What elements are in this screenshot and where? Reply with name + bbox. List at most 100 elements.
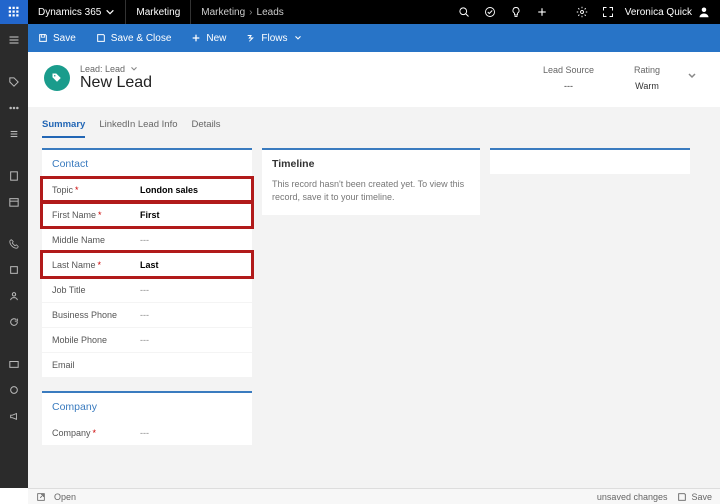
left-nav-rail xyxy=(0,24,28,488)
rail-tag[interactable] xyxy=(4,72,24,92)
side-section xyxy=(490,148,690,174)
rail-calendar[interactable] xyxy=(4,192,24,212)
user-menu[interactable]: Veronica Quick xyxy=(621,6,720,18)
field-label: Company* xyxy=(52,428,140,438)
rail-link[interactable] xyxy=(4,380,24,400)
entity-badge xyxy=(44,65,70,91)
assistant-button[interactable] xyxy=(503,0,529,24)
new-button[interactable]: New xyxy=(181,24,236,52)
tab-summary[interactable]: Summary xyxy=(42,119,85,138)
section-title: Company xyxy=(42,393,252,421)
field-label: Email xyxy=(52,360,140,370)
save-close-button[interactable]: Save & Close xyxy=(86,24,182,52)
rail-org[interactable] xyxy=(4,260,24,280)
tab-linkedin[interactable]: LinkedIn Lead Info xyxy=(99,119,177,138)
entity-type[interactable]: Lead: Lead xyxy=(80,64,152,74)
timeline-section: Timeline This record hasn't been created… xyxy=(262,148,480,215)
field-value[interactable]: --- xyxy=(140,285,242,295)
rail-cycle[interactable] xyxy=(4,312,24,332)
status-save-button[interactable]: Save xyxy=(677,492,712,502)
plus-icon xyxy=(191,33,201,43)
flows-button[interactable]: Flows xyxy=(236,24,312,52)
person-icon xyxy=(698,6,710,18)
rail-more[interactable] xyxy=(4,98,24,118)
command-bar: Save Save & Close New Flows xyxy=(28,24,720,52)
status-unsaved: unsaved changes xyxy=(597,492,668,502)
task-button[interactable] xyxy=(477,0,503,24)
chevron-down-icon xyxy=(293,33,303,43)
lightbulb-icon xyxy=(510,6,522,18)
rail-menu[interactable] xyxy=(4,30,24,50)
status-bar: Open unsaved changes Save xyxy=(28,488,720,504)
waffle-icon xyxy=(8,6,20,18)
tab-details[interactable]: Details xyxy=(192,119,221,138)
field-value[interactable]: London sales xyxy=(140,185,242,195)
field-row[interactable]: Job Title--- xyxy=(42,277,252,302)
field-row[interactable]: Last Name*Last xyxy=(42,252,252,277)
field-label: Middle Name xyxy=(52,235,140,245)
expand-icon xyxy=(602,6,614,18)
rail-people[interactable] xyxy=(4,286,24,306)
plus-icon xyxy=(536,6,548,18)
field-value[interactable]: --- xyxy=(140,428,242,438)
field-value[interactable]: --- xyxy=(140,235,242,245)
brand-label: Dynamics 365 xyxy=(38,7,101,18)
rail-phone[interactable] xyxy=(4,234,24,254)
field-row[interactable]: Topic*London sales xyxy=(42,178,252,202)
field-row[interactable]: First Name*First xyxy=(42,202,252,227)
status-state: Open xyxy=(54,492,76,502)
task-icon xyxy=(484,6,496,18)
field-label: Topic* xyxy=(52,185,140,195)
settings-button[interactable] xyxy=(569,0,595,24)
breadcrumb: Marketing › Leads xyxy=(191,7,294,18)
field-row[interactable]: Middle Name--- xyxy=(42,227,252,252)
app-name[interactable]: Marketing xyxy=(126,0,191,24)
field-value[interactable]: --- xyxy=(140,310,242,320)
rail-doc[interactable] xyxy=(4,166,24,186)
gear-icon xyxy=(576,6,588,18)
add-button[interactable] xyxy=(529,0,555,24)
crumb-page[interactable]: Leads xyxy=(257,7,284,18)
crumb-sep: › xyxy=(249,7,252,18)
global-actions xyxy=(451,0,621,24)
field-label: Job Title xyxy=(52,285,140,295)
flow-icon xyxy=(246,33,256,43)
form-tabs: Summary LinkedIn Lead Info Details xyxy=(28,107,720,138)
app-launcher[interactable] xyxy=(0,0,28,24)
record-name: New Lead xyxy=(80,74,152,92)
timeline-empty-msg: This record hasn't been created yet. To … xyxy=(262,178,480,215)
record-header: Lead: Lead New Lead Lead Source --- Rati… xyxy=(28,52,720,109)
brand-switcher[interactable]: Dynamics 365 xyxy=(28,0,126,24)
field-label: Last Name* xyxy=(52,260,140,270)
search-icon xyxy=(458,6,470,18)
rail-megaphone[interactable] xyxy=(4,406,24,426)
field-value[interactable]: --- xyxy=(140,335,242,345)
field-label: Mobile Phone xyxy=(52,335,140,345)
header-lead-source: Lead Source --- xyxy=(523,65,614,91)
company-section: Company Company*--- xyxy=(42,391,252,445)
field-row[interactable]: Business Phone--- xyxy=(42,302,252,327)
form-body: Summary LinkedIn Lead Info Details Conta… xyxy=(28,107,720,488)
save-close-icon xyxy=(96,33,106,43)
save-button[interactable]: Save xyxy=(28,24,86,52)
rail-card[interactable] xyxy=(4,354,24,374)
rail-list[interactable] xyxy=(4,124,24,144)
search-button[interactable] xyxy=(451,0,477,24)
field-label: First Name* xyxy=(52,210,140,220)
popout-icon[interactable] xyxy=(36,492,46,502)
field-value[interactable]: First xyxy=(140,210,242,220)
section-title: Contact xyxy=(42,150,252,178)
field-row[interactable]: Mobile Phone--- xyxy=(42,327,252,352)
user-name: Veronica Quick xyxy=(625,7,692,18)
chevron-down-icon xyxy=(129,64,139,74)
save-icon xyxy=(677,492,687,502)
field-row[interactable]: Company*--- xyxy=(42,421,252,445)
field-row[interactable]: Email xyxy=(42,352,252,377)
chevron-down-icon xyxy=(105,7,115,17)
section-title: Timeline xyxy=(262,150,480,178)
fullscreen-button[interactable] xyxy=(595,0,621,24)
chevron-down-icon xyxy=(686,70,698,82)
crumb-area[interactable]: Marketing xyxy=(201,7,245,18)
header-expand[interactable] xyxy=(680,69,704,87)
field-value[interactable]: Last xyxy=(140,260,242,270)
